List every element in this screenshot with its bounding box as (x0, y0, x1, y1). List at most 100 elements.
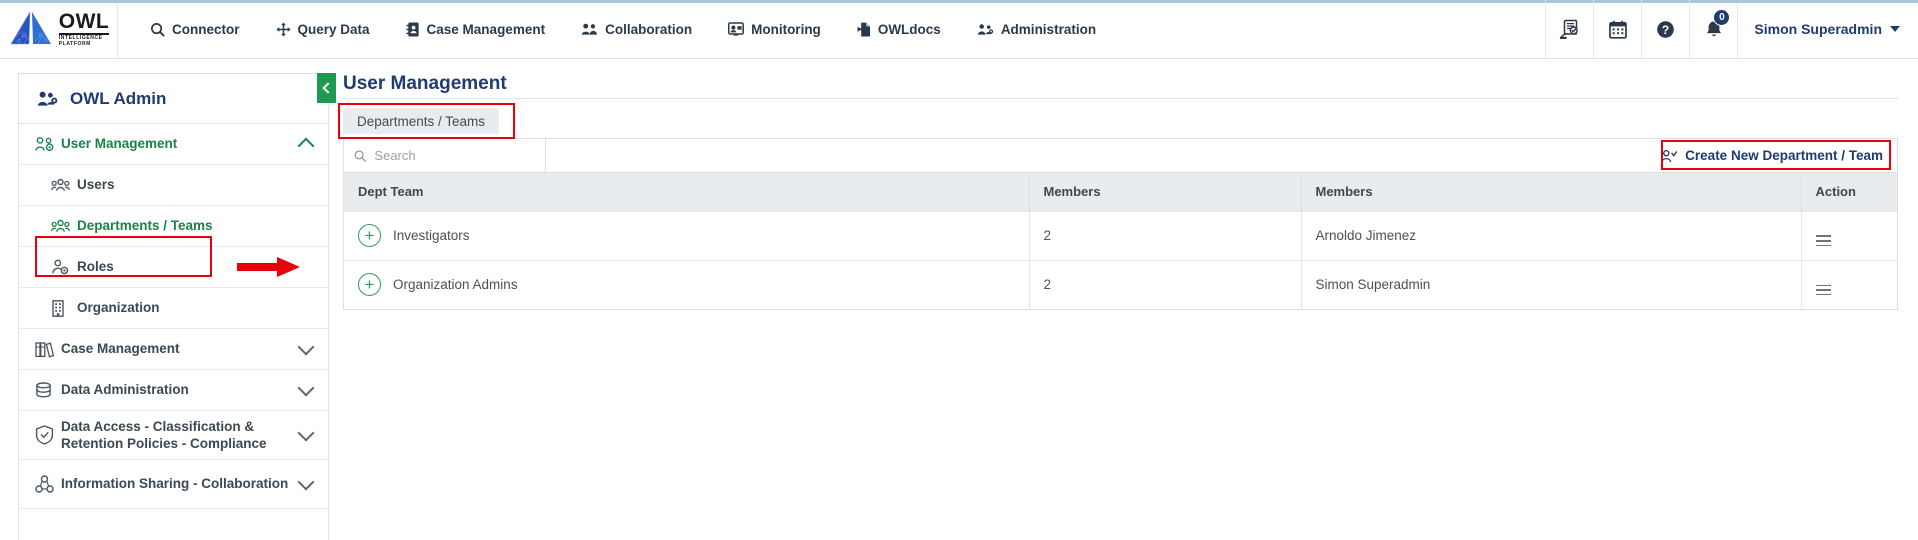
title-divider (343, 98, 1898, 99)
report-document-icon-button[interactable] (1545, 0, 1593, 58)
calendar-icon-button[interactable] (1593, 0, 1641, 58)
sidebar-item-data-administration[interactable]: Data Administration (19, 370, 328, 411)
column-header-member-count[interactable]: Members (1029, 173, 1302, 211)
teams-icon (51, 219, 77, 234)
nav-label: Connector (172, 21, 240, 37)
cell-dept-team: + Investigators (344, 210, 1030, 260)
people-gear-icon (37, 91, 58, 106)
document-arrow-icon (857, 22, 870, 36)
sidebar-item-information-sharing[interactable]: Information Sharing - Collaboration (19, 460, 328, 509)
table-body: + Investigators 2 Arnoldo Jimenez + Organi… (344, 210, 1897, 309)
column-header-action[interactable]: Action (1801, 173, 1897, 211)
plus-circle-icon[interactable]: + (358, 224, 381, 247)
contact-book-icon (405, 21, 419, 37)
top-nav-right-icons: ? 0 Simon Superadmin (1545, 0, 1918, 58)
nav-item-administration[interactable]: Administration (959, 1, 1114, 57)
tabs-row: Departments / Teams (329, 103, 1898, 139)
sidebar-item-data-access-compliance[interactable]: Data Access - Classification & Retention… (19, 411, 328, 460)
help-icon-button[interactable]: ? (1641, 0, 1689, 58)
highlight-box-tab (338, 103, 515, 139)
sidebar-item-label: Organization (77, 300, 160, 316)
nav-label: Monitoring (751, 21, 821, 37)
panel-toolbar: Create New Department / Team (344, 139, 1897, 173)
share-nodes-icon (35, 474, 61, 494)
sidebar-item-organization[interactable]: Organization (19, 288, 328, 329)
sidebar-item-label: Users (77, 177, 115, 193)
table-head: Dept Team Members Members Action (344, 173, 1897, 211)
nav-label: Collaboration (605, 21, 693, 37)
chevron-down-icon (297, 424, 315, 442)
sidebar-item-users[interactable]: Users (19, 165, 328, 206)
table-row[interactable]: + Investigators 2 Arnoldo Jimenez (344, 210, 1897, 260)
nav-item-owldocs[interactable]: OWLdocs (839, 1, 959, 57)
notification-count-badge: 0 (1713, 9, 1731, 26)
sidebar-item-case-management[interactable]: Case Management (19, 329, 328, 370)
chevron-left-icon (322, 82, 334, 94)
plus-circle-icon[interactable]: + (358, 273, 381, 297)
cell-member-count: 2 (1029, 259, 1302, 309)
table-row[interactable]: + Organization Admins 2 Simon Superadmin (344, 259, 1897, 309)
hamburger-menu-icon[interactable] (1815, 284, 1831, 296)
nav-item-case-management[interactable]: Case Management (388, 1, 564, 57)
sidebar-item-label: Departments / Teams (77, 218, 213, 234)
red-arrow-right-icon (237, 257, 300, 277)
sidebar-item-label: User Management (61, 136, 178, 152)
sidebar-title: OWL Admin (70, 88, 167, 108)
column-header-dept-team[interactable]: Dept Team (344, 173, 1030, 211)
chevron-down-icon (297, 379, 315, 397)
user-menu[interactable]: Simon Superadmin (1737, 0, 1918, 58)
brand-logo[interactable]: OWL INTELLIGENCE PLATFORM (0, 0, 118, 58)
chevron-down-icon (297, 473, 315, 491)
notifications-button[interactable]: 0 (1689, 0, 1737, 58)
nav-item-collaboration[interactable]: Collaboration (563, 1, 710, 57)
nav-label: OWLdocs (877, 21, 941, 37)
nav-item-connector[interactable]: Connector (132, 1, 258, 57)
sidebar-item-label: Case Management (61, 341, 180, 357)
page-title: User Management (343, 73, 507, 94)
cell-dept-team: + Organization Admins (344, 259, 1030, 309)
top-navigation-bar: OWL INTELLIGENCE PLATFORM Connector Quer… (0, 0, 1918, 59)
sidebar-header: OWL Admin (19, 74, 328, 124)
monitor-person-icon (728, 21, 745, 36)
main-content: User Management Departments / Teams Sear… (317, 59, 1918, 540)
sidebar-item-label: Information Sharing - Collaboration (61, 476, 289, 492)
calendar-icon (1609, 20, 1627, 39)
cell-action (1801, 210, 1897, 260)
search-icon (354, 149, 366, 162)
nav-item-query-data[interactable]: Query Data (258, 1, 388, 57)
user-gear-icon (35, 136, 61, 152)
table-header-row: Dept Team Members Members Action (344, 173, 1897, 211)
sidebar-item-user-management[interactable]: User Management (19, 124, 328, 165)
users-group-icon (51, 178, 77, 193)
cell-members: Simon Superadmin (1301, 259, 1802, 309)
database-icon (35, 381, 61, 399)
departments-table: Dept Team Members Members Action + Invest… (344, 173, 1897, 309)
chevron-up-icon (297, 137, 315, 155)
nav-label: Query Data (297, 21, 370, 37)
sidebar-item-departments-teams[interactable]: Departments / Teams (19, 206, 328, 247)
shield-check-icon (35, 425, 61, 445)
admin-people-gear-icon (977, 24, 993, 35)
svg-text:?: ? (1662, 23, 1669, 37)
column-header-members[interactable]: Members (1301, 173, 1802, 211)
sidebar-collapse-button[interactable] (317, 73, 336, 103)
search-box[interactable] (344, 139, 546, 172)
cell-member-count: 2 (1029, 210, 1302, 260)
search-icon (151, 22, 165, 37)
people-icon (581, 23, 598, 35)
departments-panel: Create New Department / Team Dept Team M… (343, 138, 1898, 310)
search-input[interactable] (374, 148, 535, 163)
building-icon (51, 299, 77, 317)
highlight-box-create-button (1661, 140, 1891, 170)
cell-members: Arnoldo Jimenez (1301, 210, 1802, 260)
books-icon (35, 341, 61, 358)
hamburger-menu-icon[interactable] (1815, 235, 1831, 247)
report-document-icon (1559, 19, 1578, 39)
nav-item-monitoring[interactable]: Monitoring (710, 1, 839, 57)
help-question-icon: ? (1657, 20, 1675, 38)
dept-team-name: Investigators (393, 228, 470, 243)
admin-sidebar: OWL Admin User Management Users Departme… (18, 73, 329, 540)
nav-label: Case Management (426, 21, 546, 37)
chevron-down-icon (1890, 26, 1900, 32)
logo-tagline-line2: PLATFORM (58, 41, 91, 47)
